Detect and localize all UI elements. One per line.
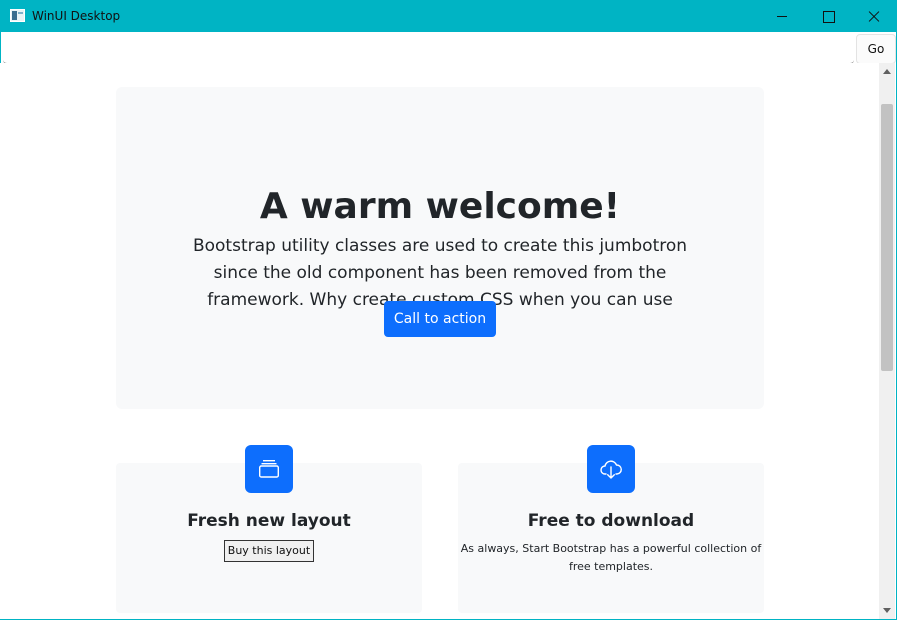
collection-icon [245,445,293,493]
window-title: WinUI Desktop [32,9,121,23]
scroll-down-arrow-icon[interactable] [879,603,895,619]
feature-title-download: Free to download [527,511,695,531]
close-icon[interactable] [851,1,897,32]
minimize-icon[interactable] [759,1,805,32]
jumbotron-title: A warm welcome! [259,186,621,227]
address-bar: Go [1,32,896,64]
maximize-icon[interactable] [805,1,851,32]
web-view[interactable]: A warm welcome! Bootstrap utility classe… [0,63,879,619]
vertical-scrollbar[interactable] [879,63,895,619]
go-button[interactable]: Go [856,34,896,64]
jumbotron: A warm welcome! Bootstrap utility classe… [116,87,764,409]
buy-layout-button[interactable]: Buy this layout [224,540,314,562]
title-bar[interactable]: WinUI Desktop [1,1,896,32]
scroll-up-arrow-icon[interactable] [879,63,895,79]
call-to-action-button[interactable]: Call to action [384,301,496,337]
url-input[interactable] [3,33,854,64]
feature-text-download: As always, Start Bootstrap has a powerfu… [460,542,762,573]
scroll-thumb[interactable] [881,104,893,371]
cloud-download-icon [587,445,635,493]
app-icon [10,9,25,22]
feature-title-layout: Fresh new layout [187,511,351,531]
